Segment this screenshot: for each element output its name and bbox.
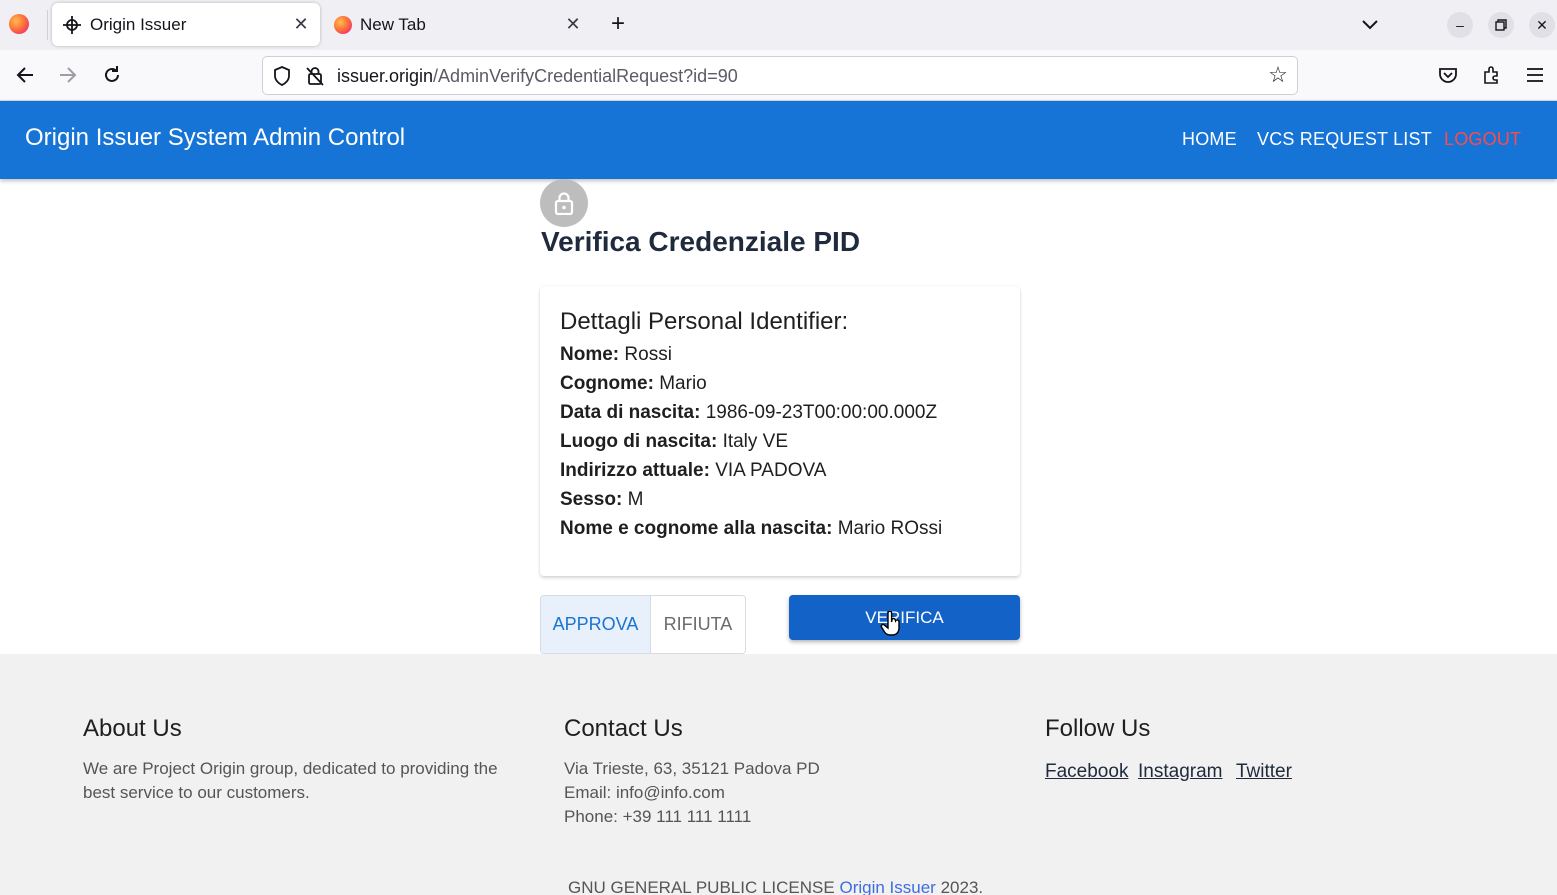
url-host: issuer.origin	[337, 66, 434, 86]
address-bar[interactable]: issuer.origin/AdminVerifyCredentialReque…	[262, 56, 1298, 95]
detail-row-indirizzo: Indirizzo attuale: VIA PADOVA	[560, 460, 826, 482]
detail-label: Cognome:	[560, 373, 654, 394]
about-text-line1: We are Project Origin group, dedicated t…	[83, 759, 498, 778]
detail-row-nome-nascita: Nome e cognome alla nascita: Mario ROssi	[560, 518, 942, 540]
detail-value: Mario ROssi	[837, 518, 943, 539]
instagram-link[interactable]: Instagram	[1138, 761, 1222, 783]
back-arrow-icon[interactable]	[12, 62, 38, 88]
chevron-down-icon[interactable]	[1358, 12, 1382, 36]
pocket-icon[interactable]	[1435, 62, 1461, 88]
personal-identifier-card: Dettagli Personal Identifier: Nome: Ross…	[540, 286, 1020, 576]
contact-email: Email: info@info.com	[564, 783, 725, 802]
detail-label: Luogo di nascita:	[560, 431, 718, 452]
facebook-link[interactable]: Facebook	[1045, 761, 1128, 783]
detail-value: Rossi	[624, 344, 672, 365]
detail-row-cognome: Cognome: Mario	[560, 373, 707, 395]
detail-label: Nome e cognome alla nascita:	[560, 518, 833, 539]
origin-issuer-link[interactable]: Origin Issuer	[839, 878, 935, 895]
detail-label: Nome:	[560, 344, 620, 365]
detail-label: Data di nascita:	[560, 402, 701, 423]
menu-link-home[interactable]: HOME	[1182, 129, 1237, 150]
detail-row-nome: Nome: Rossi	[560, 344, 672, 366]
hamburger-menu-icon[interactable]	[1522, 62, 1548, 88]
detail-value: Mario	[659, 373, 707, 394]
crosshair-icon	[62, 15, 82, 35]
insecure-lock-icon[interactable]	[305, 66, 325, 86]
browser-nav-bar: issuer.origin/AdminVerifyCredentialReque…	[0, 50, 1557, 101]
twitter-link[interactable]: Twitter	[1236, 761, 1292, 783]
tab-origin-issuer[interactable]: Origin Issuer ✕	[52, 3, 320, 46]
detail-value: Italy VE	[722, 431, 789, 452]
card-title: Dettagli Personal Identifier:	[560, 308, 849, 335]
approve-button[interactable]: APPROVA	[541, 596, 651, 653]
license-year: 2023.	[940, 878, 984, 895]
lock-icon	[540, 179, 588, 227]
tab-separator	[47, 10, 48, 40]
url-text[interactable]: issuer.origin/AdminVerifyCredentialReque…	[337, 66, 738, 87]
tab-title: New Tab	[360, 14, 426, 34]
detail-value: 1986-09-23T00:00:00.000Z	[705, 402, 938, 423]
extensions-puzzle-icon[interactable]	[1479, 62, 1505, 88]
firefox-icon	[334, 15, 352, 34]
footer: About Us We are Project Origin group, de…	[0, 654, 1557, 895]
detail-row-data-nascita: Data di nascita: 1986-09-23T00:00:00.000…	[560, 402, 937, 424]
page-title: Verifica Credenziale PID	[541, 226, 861, 257]
detail-row-luogo-nascita: Luogo di nascita: Italy VE	[560, 431, 788, 453]
about-text-line2: best service to our customers.	[83, 783, 310, 802]
contact-heading: Contact Us	[564, 715, 683, 742]
firefox-menu-icon[interactable]	[9, 14, 29, 34]
reject-button[interactable]: RIFIUTA	[651, 596, 745, 653]
menu-link-vcs-request-list[interactable]: VCS REQUEST LIST	[1257, 129, 1432, 150]
detail-value: VIA PADOVA	[715, 460, 827, 481]
url-path: /AdminVerifyCredentialRequest?id=90	[433, 66, 738, 86]
app-title: Origin Issuer System Admin Control	[25, 124, 406, 151]
forward-arrow-icon[interactable]	[55, 62, 81, 88]
close-tab-icon[interactable]: ✕	[562, 14, 584, 36]
minimize-icon[interactable]: –	[1447, 12, 1473, 38]
about-heading: About Us	[83, 715, 182, 742]
tab-new-tab[interactable]: New Tab ✕	[324, 3, 592, 46]
detail-value: M	[627, 489, 644, 510]
contact-address: Via Trieste, 63, 35121 Padova PD	[564, 759, 820, 778]
menu-link-logout[interactable]: LOGOUT	[1444, 129, 1521, 150]
follow-heading: Follow Us	[1045, 715, 1151, 742]
shield-icon[interactable]	[272, 66, 292, 86]
restore-icon[interactable]	[1488, 12, 1514, 38]
new-tab-plus-icon[interactable]: +	[605, 12, 631, 38]
verify-button[interactable]: VERIFICA	[789, 595, 1020, 640]
license-prefix: GNU GENERAL PUBLIC LICENSE	[568, 878, 835, 895]
approve-reject-toggle-group: APPROVA RIFIUTA	[540, 595, 746, 654]
tab-title: Origin Issuer	[90, 14, 187, 34]
reload-icon[interactable]	[99, 62, 125, 88]
detail-label: Indirizzo attuale:	[560, 460, 710, 481]
close-tab-icon[interactable]: ✕	[290, 14, 312, 36]
detail-row-sesso: Sesso: M	[560, 489, 643, 511]
browser-tab-bar: Origin Issuer ✕ New Tab ✕ + – ✕	[0, 0, 1557, 50]
app-header: Origin Issuer System Admin Control HOME …	[0, 101, 1557, 179]
bookmark-star-icon[interactable]: ☆	[1266, 64, 1290, 88]
license-line: GNU GENERAL PUBLIC LICENSE Origin Issuer…	[568, 878, 983, 895]
close-window-icon[interactable]: ✕	[1529, 12, 1555, 38]
detail-label: Sesso:	[560, 489, 623, 510]
hand-pointer-cursor-icon	[880, 610, 902, 637]
contact-phone: Phone: +39 111 111 1111	[564, 807, 752, 826]
